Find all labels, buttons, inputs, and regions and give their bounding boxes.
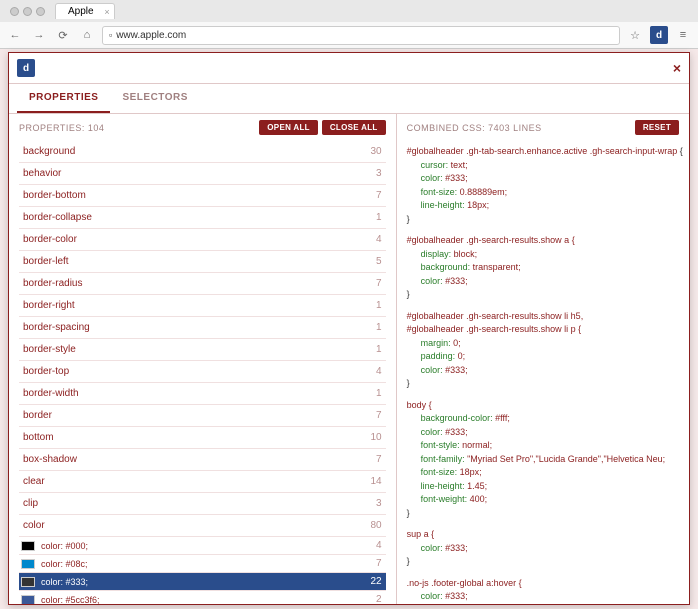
property-row[interactable]: box-shadow7 — [19, 449, 386, 471]
property-row[interactable]: bottom10 — [19, 427, 386, 449]
css-rule: body { background-color: #fff; color: #3… — [407, 399, 679, 521]
css-code-view[interactable]: #globalheader .gh-tab-search.enhance.act… — [397, 141, 689, 604]
css-inspector-panel: d × PROPERTIESSELECTORS PROPERTIES: 104 … — [8, 52, 690, 605]
property-row[interactable]: border-color4 — [19, 229, 386, 251]
panel-header: d × — [9, 53, 689, 84]
property-row[interactable]: color80 — [19, 515, 386, 537]
property-list[interactable]: background30behavior3border-bottom7borde… — [9, 141, 396, 604]
css-output-pane: COMBINED CSS: 7403 LINES RESET #globalhe… — [397, 114, 689, 604]
property-row[interactable]: behavior3 — [19, 163, 386, 185]
back-button[interactable]: ← — [6, 26, 24, 44]
reload-button[interactable]: ⟳ — [54, 26, 72, 44]
reset-button[interactable]: RESET — [635, 120, 679, 135]
panel-close-button[interactable]: × — [673, 60, 681, 76]
browser-chrome: Apple × ← → ⟳ ⌂ ▫ www.apple.com ☆ d ≡ — [0, 0, 698, 49]
css-rule: .no-js .footer-global a:hover { color: #… — [407, 577, 679, 605]
window-controls[interactable] — [4, 7, 51, 16]
property-row[interactable]: background30 — [19, 141, 386, 163]
page-icon: ▫ — [109, 30, 112, 40]
property-row[interactable]: border-style1 — [19, 339, 386, 361]
properties-count: PROPERTIES: 104 — [19, 123, 255, 133]
browser-tab[interactable]: Apple × — [55, 3, 115, 19]
menu-icon[interactable]: ≡ — [674, 26, 692, 44]
css-rule: sup a { color: #333; } — [407, 528, 679, 569]
properties-pane: PROPERTIES: 104 OPEN ALL CLOSE ALL backg… — [9, 114, 397, 604]
property-row[interactable]: border-spacing1 — [19, 317, 386, 339]
home-button[interactable]: ⌂ — [78, 26, 96, 44]
property-row[interactable]: border-bottom7 — [19, 185, 386, 207]
bookmark-star-icon[interactable]: ☆ — [626, 26, 644, 44]
panel-tabs: PROPERTIESSELECTORS — [9, 84, 689, 114]
color-value-row[interactable]: color: #5cc3f6;2 — [19, 591, 386, 604]
tab-properties[interactable]: PROPERTIES — [17, 84, 110, 113]
css-rule: #globalheader .gh-search-results.show li… — [407, 310, 679, 391]
tab-title: Apple — [68, 6, 94, 17]
color-value-row[interactable]: color: #333;22 — [19, 573, 386, 591]
property-row[interactable]: clear14 — [19, 471, 386, 493]
property-row[interactable]: border-width1 — [19, 383, 386, 405]
css-rule: #globalheader .gh-search-results.show a … — [407, 234, 679, 302]
property-row[interactable]: border-top4 — [19, 361, 386, 383]
url-field[interactable]: ▫ www.apple.com — [102, 26, 620, 45]
tab-selectors[interactable]: SELECTORS — [110, 84, 199, 113]
panel-logo: d — [17, 59, 35, 77]
css-rule: #globalheader .gh-tab-search.enhance.act… — [407, 145, 679, 226]
property-row[interactable]: border-left5 — [19, 251, 386, 273]
property-row[interactable]: border7 — [19, 405, 386, 427]
property-row[interactable]: border-collapse1 — [19, 207, 386, 229]
browser-tabs-bar: Apple × — [0, 0, 698, 22]
css-line-count: COMBINED CSS: 7403 LINES — [407, 123, 542, 133]
color-value-row[interactable]: color: #000;4 — [19, 537, 386, 555]
open-all-button[interactable]: OPEN ALL — [259, 120, 318, 135]
close-all-button[interactable]: CLOSE ALL — [322, 120, 386, 135]
property-row[interactable]: border-right1 — [19, 295, 386, 317]
property-row[interactable]: clip3 — [19, 493, 386, 515]
color-value-row[interactable]: color: #08c;7 — [19, 555, 386, 573]
address-bar: ← → ⟳ ⌂ ▫ www.apple.com ☆ d ≡ — [0, 22, 698, 48]
forward-button[interactable]: → — [30, 26, 48, 44]
extension-icon[interactable]: d — [650, 26, 668, 44]
tab-close-icon[interactable]: × — [104, 7, 109, 17]
property-row[interactable]: border-radius7 — [19, 273, 386, 295]
